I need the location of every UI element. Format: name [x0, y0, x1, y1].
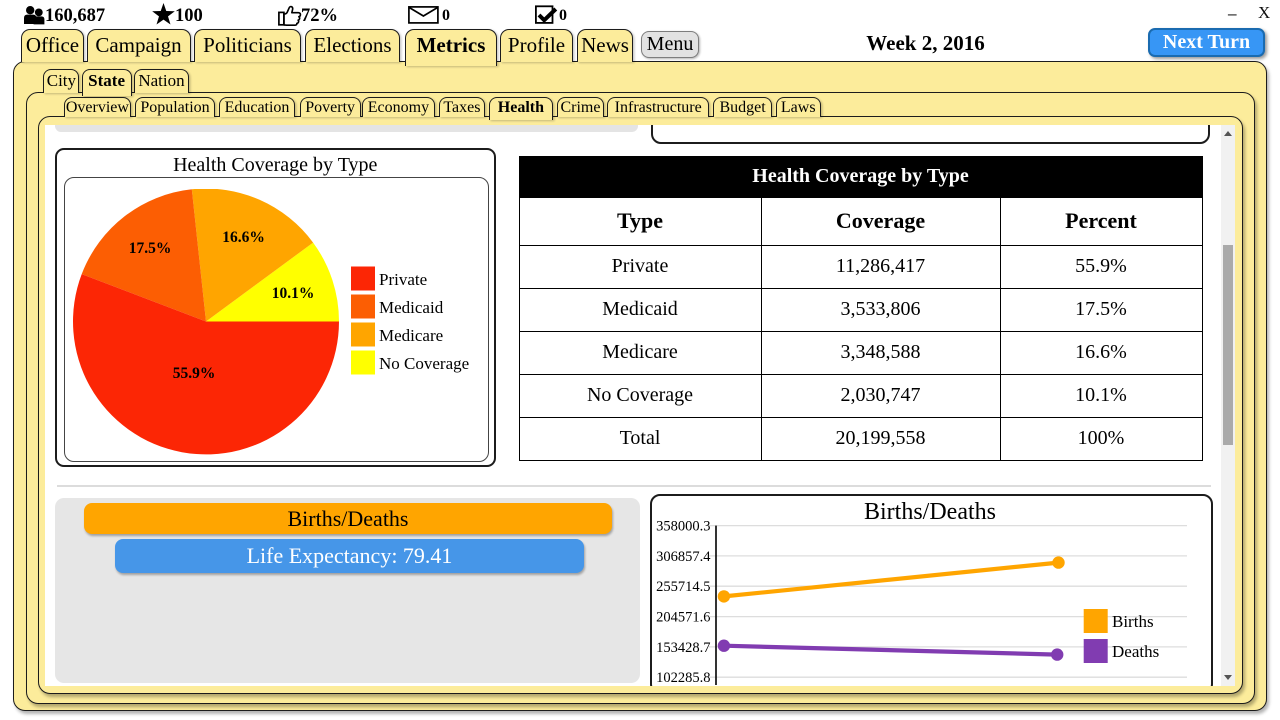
- svg-text:255714.5: 255714.5: [656, 579, 710, 595]
- svg-text:Private: Private: [379, 270, 427, 289]
- svg-text:No Coverage: No Coverage: [379, 354, 469, 373]
- svg-text:17.5%: 17.5%: [129, 240, 172, 257]
- svg-text:306857.4: 306857.4: [656, 549, 711, 565]
- svg-text:16.6%: 16.6%: [222, 229, 265, 246]
- svg-text:153428.7: 153428.7: [656, 640, 710, 656]
- svg-text:10.1%: 10.1%: [272, 285, 315, 302]
- svg-text:204571.6: 204571.6: [656, 610, 710, 626]
- svg-text:Medicare: Medicare: [379, 326, 443, 345]
- svg-text:Medicaid: Medicaid: [379, 298, 444, 317]
- svg-text:358000.3: 358000.3: [656, 519, 710, 535]
- svg-text:102285.8: 102285.8: [656, 670, 710, 685]
- svg-text:55.9%: 55.9%: [173, 365, 216, 382]
- svg-text:Deaths: Deaths: [1112, 642, 1159, 661]
- svg-text:Births: Births: [1112, 612, 1154, 631]
